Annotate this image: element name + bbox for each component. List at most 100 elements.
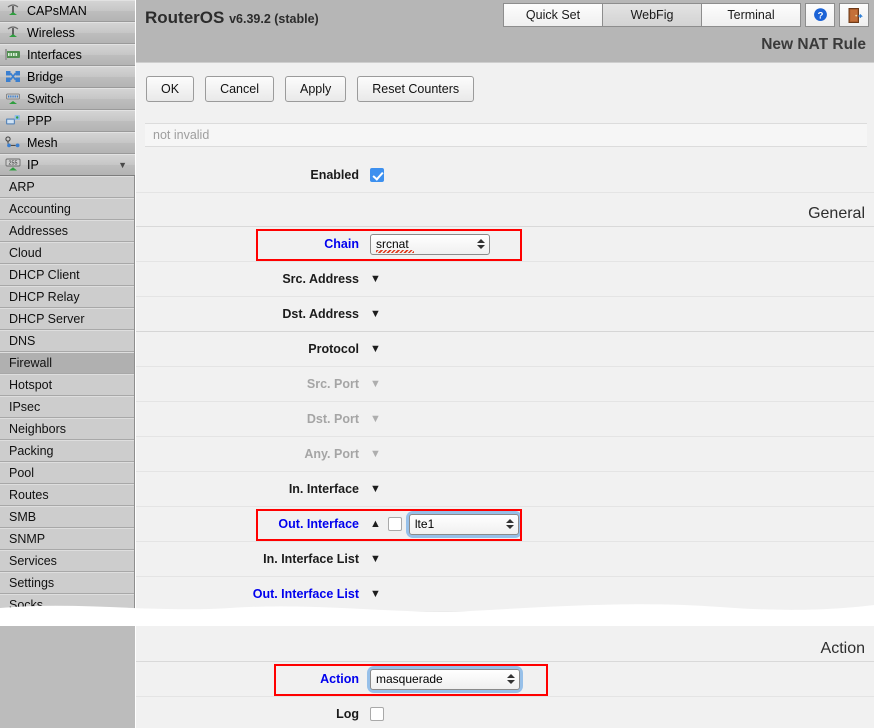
switch-icon	[5, 92, 23, 107]
sidebar-item-ppp[interactable]: PPP	[0, 110, 135, 132]
sidebar-item-packing[interactable]: Packing	[0, 440, 134, 462]
chevron-down-icon[interactable]: ▼	[118, 160, 127, 170]
row-in-interface-list: In. Interface List ▼	[136, 542, 874, 577]
tab-quick-set[interactable]: Quick Set	[503, 3, 603, 27]
sidebar-item-services[interactable]: Services	[0, 550, 134, 572]
enabled-checkbox[interactable]	[370, 168, 384, 182]
cancel-button[interactable]: Cancel	[205, 76, 274, 102]
reset-counters-button[interactable]: Reset Counters	[357, 76, 475, 102]
webfig-window: CAPsMAN Wireless Interfaces Bridge Switch PPP…	[0, 0, 874, 728]
row-action: Action masqueradesrc-natacceptdst-nat	[136, 662, 874, 697]
sidebar-subitem-label: Routes	[9, 488, 49, 502]
row-in-interface: In. Interface ▼	[136, 472, 874, 507]
src-address-expand-icon[interactable]: ▼	[370, 273, 381, 285]
sidebar-item-interfaces[interactable]: Interfaces	[0, 44, 135, 66]
ppp-icon	[5, 114, 23, 129]
dst-address-expand-icon[interactable]: ▼	[370, 308, 381, 320]
out-interface-collapse-icon[interactable]: ▲	[370, 518, 381, 530]
sidebar-item-hotspot[interactable]: Hotspot	[0, 374, 134, 396]
out-interface-select[interactable]: lte1ether1ether2bridge	[408, 513, 519, 535]
sidebar-item-accounting[interactable]: Accounting	[0, 198, 134, 220]
sidebar-item-label: CAPsMAN	[27, 3, 87, 18]
in-interface-label: In. Interface	[288, 482, 359, 496]
tab-terminal[interactable]: Terminal	[701, 3, 801, 27]
row-dst-address: Dst. Address ▼	[136, 297, 874, 332]
brand: RouterOS v6.39.2 (stable)	[145, 8, 319, 28]
sidebar-subitem-label: DHCP Relay	[9, 290, 80, 304]
out-interface-list-expand-icon[interactable]: ▼	[370, 588, 381, 600]
sidebar-item-label: Mesh	[27, 135, 58, 150]
sidebar-item-switch[interactable]: Switch	[0, 88, 135, 110]
sidebar-item-label: PPP	[27, 113, 53, 128]
sidebar-item-addresses[interactable]: Addresses	[0, 220, 134, 242]
apply-button[interactable]: Apply	[284, 76, 347, 102]
row-src-port: Src. Port ▼	[136, 367, 874, 402]
sidebar-item-capsman[interactable]: CAPsMAN	[0, 0, 135, 22]
sidebar-item-label: Wireless	[27, 25, 75, 40]
sidebar-subitem-label: Settings	[9, 576, 55, 590]
protocol-expand-icon[interactable]: ▼	[370, 343, 381, 355]
out-interface-label: Out. Interface	[278, 517, 359, 531]
sidebar-item-wireless[interactable]: Wireless	[0, 22, 135, 44]
sidebar-item-label: Switch	[27, 91, 64, 106]
sidebar-subitem-label: IPsec	[9, 400, 41, 414]
sidebar-item-dns[interactable]: DNS	[0, 330, 134, 352]
sidebar-item-label: IP	[27, 157, 39, 172]
sidebar-item-mesh[interactable]: Mesh	[0, 132, 135, 154]
sidebar-item-dhcp-server[interactable]: DHCP Server	[0, 308, 134, 330]
src-port-expand-icon: ▼	[370, 377, 381, 390]
form-body-action: Action Action masqueradesrc-natacceptdst…	[136, 628, 874, 728]
sidebar-subitem-label: Socks	[9, 598, 44, 612]
src-port-label: Src. Port	[306, 377, 359, 391]
sidebar-subitem-label: Hotspot	[9, 378, 53, 392]
sidebar-top-menu: CAPsMAN Wireless Interfaces Bridge Switch PPP…	[0, 0, 135, 176]
sidebar-item-socks[interactable]: Socks	[0, 594, 134, 616]
sidebar-item-dhcp-client[interactable]: DHCP Client	[0, 264, 134, 286]
sidebar-item-label: Bridge	[27, 69, 64, 84]
sidebar-subitem-label: Services	[9, 554, 57, 568]
chain-select[interactable]: srcnatdstnat	[370, 233, 490, 255]
row-out-interface: Out. Interface ▲ lte1ether1ether2bridge	[136, 507, 874, 542]
action-select[interactable]: masqueradesrc-natacceptdst-nat	[370, 668, 520, 690]
sidebar-item-arp[interactable]: ARP	[0, 176, 134, 198]
in-interface-expand-icon[interactable]: ▼	[370, 483, 381, 495]
log-checkbox[interactable]	[370, 707, 384, 721]
help-button[interactable]: ?	[805, 3, 835, 27]
sidebar-item-smb[interactable]: SMB	[0, 506, 134, 528]
sidebar-item-bridge[interactable]: Bridge	[0, 66, 135, 88]
sidebar-item-routes[interactable]: Routes	[0, 484, 134, 506]
chain-label: Chain	[324, 237, 359, 251]
row-log: Log	[136, 697, 874, 728]
sidebar-item-firewall[interactable]: Firewall	[0, 352, 134, 374]
dst-port-expand-icon: ▼	[370, 412, 381, 425]
antenna-icon	[5, 3, 23, 19]
form-button-bar: OK Cancel Apply Reset Counters	[136, 63, 874, 115]
enabled-label: Enabled	[310, 168, 359, 182]
ok-button[interactable]: OK	[146, 76, 195, 102]
sidebar-item-dhcp-relay[interactable]: DHCP Relay	[0, 286, 134, 308]
any-port-label: Any. Port	[304, 447, 359, 461]
sidebar-item-ip[interactable]: 255 IP ▼	[0, 154, 135, 176]
logout-door-icon	[848, 7, 863, 23]
src-address-label: Src. Address	[282, 272, 359, 286]
in-interface-list-label: In. Interface List	[263, 552, 359, 566]
logout-button[interactable]	[839, 3, 869, 27]
sidebar-item-neighbors[interactable]: Neighbors	[0, 418, 134, 440]
chain-select-wrap: srcnatdstnat	[370, 233, 490, 255]
tab-webfig[interactable]: WebFig	[602, 3, 702, 27]
protocol-label: Protocol	[308, 342, 359, 356]
brand-name: RouterOS	[145, 8, 225, 27]
content-panel: OK Cancel Apply Reset Counters not inval…	[136, 62, 874, 728]
sidebar-item-snmp[interactable]: SNMP	[0, 528, 134, 550]
sidebar-item-settings[interactable]: Settings	[0, 572, 134, 594]
row-enabled: Enabled	[136, 158, 874, 193]
sidebar-subitem-label: SMB	[9, 510, 37, 524]
sidebar-item-cloud[interactable]: Cloud	[0, 242, 134, 264]
sidebar-item-ipsec[interactable]: IPsec	[0, 396, 134, 418]
out-interface-list-label: Out. Interface List	[252, 587, 359, 601]
sidebar-subitem-label: Accounting	[9, 202, 71, 216]
form-body: Enabled General Chain srcnatdstnat	[136, 158, 874, 612]
sidebar-item-pool[interactable]: Pool	[0, 462, 134, 484]
out-interface-negate-checkbox[interactable]	[387, 517, 402, 531]
in-interface-list-expand-icon[interactable]: ▼	[370, 553, 381, 565]
